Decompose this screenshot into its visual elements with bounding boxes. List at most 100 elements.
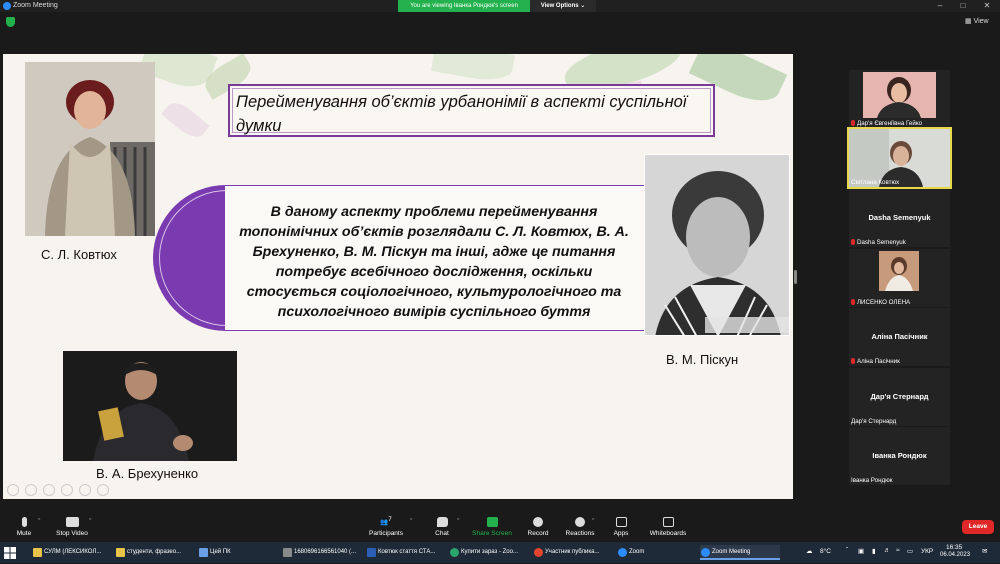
participant-name: Дар'я Стернард (870, 392, 929, 401)
taskbar-item[interactable]: Купити зараз - Zoo... (449, 545, 529, 560)
pen-tool-button[interactable] (43, 484, 55, 496)
top-strip (0, 12, 1000, 32)
panel-resize-handle[interactable] (794, 270, 797, 284)
participant-tile[interactable]: Аліна Пасічник Аліна Пасічник (849, 308, 950, 366)
next-slide-button[interactable] (25, 484, 37, 496)
apps-label: Apps (613, 530, 629, 537)
portrait-woman-image (25, 62, 155, 236)
reactions-options-chevron-icon[interactable]: ˆ (592, 519, 594, 526)
computer-icon (199, 548, 208, 557)
participants-count: 7 (388, 517, 392, 523)
maximize-button[interactable]: □ (953, 0, 973, 12)
mic-icon[interactable]: ▮ (872, 547, 876, 555)
shield-icon[interactable] (6, 17, 15, 27)
notifications-icon[interactable]: ✉ (982, 547, 987, 555)
share-screen-label: Share Screen (472, 530, 512, 537)
taskbar-item[interactable]: Ковтюк стаття СТА... (366, 545, 446, 560)
participant-tile[interactable]: ЛИСЕНКО ОЛЕНА (849, 249, 950, 307)
tray-chevron-icon[interactable]: ˆ (846, 547, 848, 554)
chat-label: Chat (435, 530, 449, 537)
mic-muted-icon (851, 120, 855, 127)
windows-start-icon[interactable] (4, 546, 16, 559)
participant-label: Дар'я Стернард (851, 418, 897, 425)
participant-name: Іванка Рондюк (872, 451, 927, 460)
taskbar-item[interactable]: Zoom (617, 545, 697, 560)
photo-brekhunenko (63, 351, 237, 461)
participants-button[interactable]: 👥7 Participants (365, 517, 407, 537)
slides-grid-button[interactable] (61, 484, 73, 496)
participant-avatar-image (879, 251, 919, 291)
participant-video (863, 72, 936, 118)
volume-icon[interactable]: ♬ (884, 547, 891, 554)
stop-video-button[interactable]: Stop Video (52, 517, 92, 537)
reactions-label: Reactions (565, 530, 595, 537)
participant-label: Іванка Рондюк (851, 477, 893, 484)
edge-browser-icon (450, 548, 459, 557)
caption-kovtyuk: С. Л. Ковтюх (41, 247, 117, 262)
caption-brekhunenko: В. А. Брехуненко (96, 466, 199, 481)
video-options-chevron-icon[interactable]: ˆ (89, 519, 91, 526)
whiteboards-label: Whiteboards (649, 530, 687, 537)
mute-options-chevron-icon[interactable]: ˆ (38, 519, 40, 526)
apps-icon (615, 517, 627, 527)
view-options-button[interactable]: View Options ⌄ (530, 0, 596, 12)
chat-button[interactable]: Chat (430, 517, 454, 537)
caption-piskun: В. М. Піскун (666, 352, 739, 367)
shared-slide: С. Л. Ковтюх Перейменування об’єктів урб… (3, 54, 793, 499)
mic-muted-icon (851, 299, 855, 306)
participants-icon: 👥7 (380, 517, 392, 527)
leaf-decoration (431, 54, 515, 85)
image-file-icon (283, 548, 292, 557)
participant-label: Dasha Semenyuk (851, 239, 906, 246)
participant-name: Аліна Пасічник (871, 332, 928, 341)
taskbar-item[interactable]: СУЛМ (ЛЕКСИКОЛ... (32, 545, 112, 560)
participant-tile-active[interactable]: Світлана Ковтюх (847, 127, 952, 189)
taskbar-item-active[interactable]: Zoom Meeting (700, 545, 780, 560)
prev-slide-button[interactable] (7, 484, 19, 496)
network-icon[interactable]: ▣ (858, 547, 864, 555)
participant-tile[interactable]: Дар'я Євгеніївна Гейко (849, 70, 950, 128)
participant-tile[interactable]: Dasha Semenyuk Dasha Semenyuk (849, 189, 950, 247)
zoom-app-icon (3, 2, 11, 10)
participant-label: Аліна Пасічник (851, 358, 900, 365)
zoom-button[interactable] (79, 484, 91, 496)
taskbar-item[interactable]: 1680696166561040 (... (282, 545, 362, 560)
microphone-icon (21, 517, 27, 527)
portrait-man-image (63, 351, 237, 461)
taskbar-item[interactable]: Цей ПК (198, 545, 278, 560)
chat-options-chevron-icon[interactable]: ˆ (457, 519, 459, 526)
slide-title-box: Перейменування об’єктів урбанонімії в ас… (228, 84, 715, 137)
smiley-icon (575, 517, 585, 527)
mute-button[interactable]: Mute (12, 517, 36, 537)
whiteboards-button[interactable]: Whiteboards (648, 517, 688, 537)
taskbar-item[interactable]: Участник публика... (533, 545, 613, 560)
clock-time[interactable]: 16:35 (946, 544, 962, 551)
participant-tile[interactable]: Іванка Рондюк Іванка Рондюк (849, 427, 950, 485)
minimize-button[interactable]: – (930, 0, 950, 12)
photo-piskun (644, 154, 790, 336)
leave-button[interactable]: Leave (962, 520, 994, 534)
record-label: Record (527, 530, 549, 537)
slide-main-text: В даному аспекту проблеми перейменування… (239, 204, 629, 320)
slide-controls (7, 483, 115, 499)
participants-options-chevron-icon[interactable]: ˆ (410, 519, 412, 526)
taskbar-item[interactable]: студенти, фразео... (115, 545, 195, 560)
weather-icon[interactable]: ☁ (806, 547, 813, 555)
input-language[interactable]: УКР (921, 548, 933, 555)
clock-date[interactable]: 06.04.2023 (940, 552, 970, 558)
battery-icon[interactable]: ▭ (907, 547, 913, 555)
window-title: Zoom Meeting (13, 2, 58, 9)
apps-button[interactable]: Apps (609, 517, 633, 537)
more-options-button[interactable] (97, 484, 109, 496)
view-button[interactable]: ▦ View (965, 17, 989, 25)
share-screen-icon (486, 517, 498, 527)
participant-name: Dasha Semenyuk (868, 213, 931, 222)
wifi-icon[interactable]: ≈ (896, 547, 900, 554)
close-button[interactable]: ✕ (977, 0, 997, 12)
participant-tile[interactable]: Дар'я Стернард Дар'я Стернард (849, 368, 950, 426)
zoom-icon (618, 548, 627, 557)
stop-video-label: Stop Video (56, 530, 88, 537)
weather-temp[interactable]: 8°C (820, 548, 831, 555)
share-screen-button[interactable]: Share Screen (470, 517, 514, 537)
record-button[interactable]: Record (524, 517, 552, 537)
